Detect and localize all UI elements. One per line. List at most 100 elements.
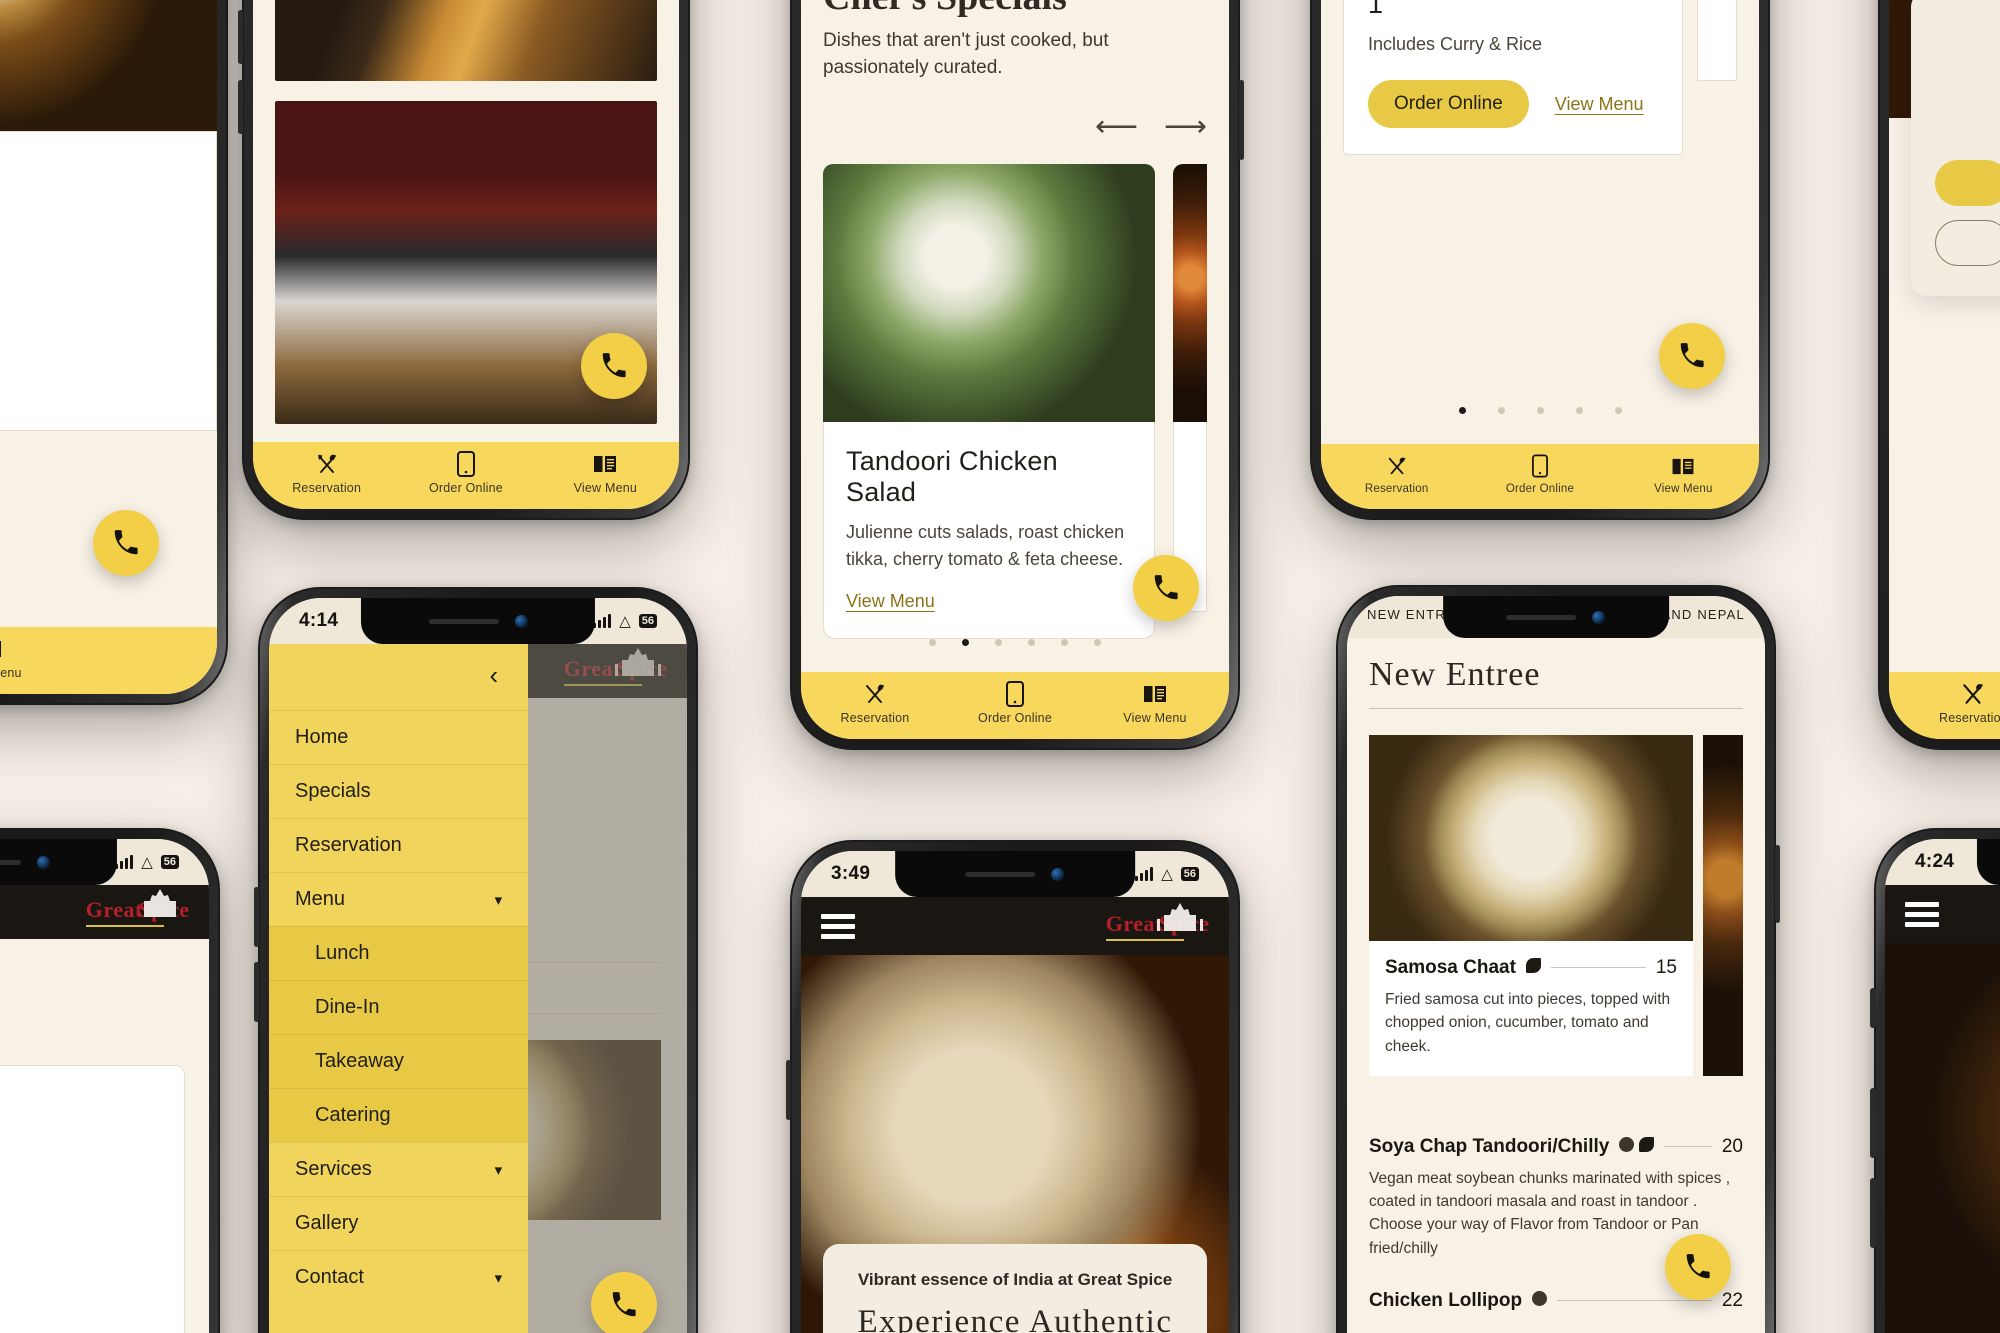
site-logo: Great Spice (85, 889, 189, 927)
open-book-icon (0, 637, 2, 661)
special-card-title: Tandoori Chicken Salad (846, 446, 1058, 507)
nav-label: Reservation (1939, 711, 2000, 725)
drawer-label: Services (295, 1158, 372, 1180)
drawer-item-dine-in[interactable]: Dine-In (269, 980, 529, 1034)
chevron-down-icon: ▾ (494, 891, 503, 909)
nav-label: View Menu (0, 666, 22, 680)
nav-view-menu[interactable]: View Menu (0, 637, 177, 680)
view-menu-link[interactable]: View Menu (846, 591, 935, 612)
phone-reviews-bottom-left: △ 56 Great Spice ⟵ ⟶ at lea (0, 828, 220, 1333)
drawer-label: Specials (295, 780, 371, 802)
call-fab-button[interactable] (1665, 1234, 1731, 1300)
carousel-next-arrow[interactable]: ⟶ (1164, 112, 1207, 142)
phone-chefs-specials: Chef's Specials Dishes that aren't just … (790, 0, 1244, 750)
bottom-nav-bar: Reservation (1889, 672, 2000, 739)
phone-handset-icon (602, 353, 626, 378)
open-book-icon (1671, 454, 1695, 478)
view-menu-link[interactable]: View Menu (1555, 94, 1644, 115)
phone-gallery: Reservation Order Online View Menu (238, 0, 690, 520)
phone-handset-icon (1154, 575, 1178, 600)
drawer-item-home[interactable]: Home (269, 710, 529, 764)
drawer-item-contact[interactable]: Contact ▾ (269, 1250, 529, 1304)
carousel-dots[interactable] (1343, 407, 1737, 414)
nav-view-menu[interactable]: View Menu (1612, 454, 1755, 495)
call-fab-button[interactable] (1133, 555, 1199, 621)
status-bar: 4:24 △ 56 (1885, 839, 2000, 885)
drawer-item-reservation[interactable]: Reservation (269, 818, 529, 872)
site-header: Great Spice (801, 897, 1229, 955)
drawer-item-lunch[interactable]: Lunch (269, 926, 529, 980)
hamburger-menu-icon[interactable] (1905, 901, 1939, 927)
nav-label: View Menu (1123, 711, 1187, 725)
nav-reservation[interactable]: Reservation (1939, 682, 2000, 725)
chevron-left-icon[interactable]: ‹ (489, 662, 498, 688)
drawer-item-takeaway[interactable]: Takeaway (269, 1034, 529, 1088)
battery-icon: 56 (160, 855, 179, 869)
nav-order-online[interactable]: Order Online (396, 451, 535, 495)
combo-card-title: $11 Takeaway Combo 1 (1368, 0, 1384, 19)
hamburger-menu-icon[interactable] (821, 913, 855, 939)
nav-order-online[interactable]: Order Online (1468, 454, 1611, 495)
drawer-label: Menu (295, 888, 346, 910)
drawer-label: Takeaway (315, 1050, 404, 1072)
menu-item-badges (1525, 958, 1541, 973)
call-fab-button[interactable] (1659, 323, 1725, 389)
nav-label: Reservation (292, 481, 362, 495)
nav-reservation[interactable]: Reservation (1325, 454, 1468, 495)
nav-view-menu[interactable]: View Menu (536, 452, 675, 495)
nav-label: Reservation (840, 711, 910, 725)
status-time: 3:49 (831, 863, 871, 884)
mobile-phone-icon (1006, 681, 1024, 707)
special-card-desc: Julienne cuts salads, roast chicken tikk… (846, 522, 1125, 569)
phone-side-drawer-menu: 4:14 △ 56 Great Spice (254, 587, 698, 1333)
drawer-label: Gallery (295, 1212, 359, 1234)
site-header (1885, 885, 2000, 943)
nav-reservation[interactable]: Reservation (257, 452, 396, 495)
feature-accessibility (1889, 596, 2000, 672)
wifi-icon: △ (141, 853, 153, 871)
nav-order-online[interactable]: Order Online (945, 681, 1085, 725)
carousel-prev-arrow[interactable]: ⟵ (1095, 112, 1138, 142)
bottom-nav-bar: Reservation Order Online View Menu (801, 672, 1229, 739)
section-title: New Entree (1369, 656, 1541, 693)
section-subtitle: Dishes that aren't just cooked, but pass… (823, 29, 1109, 79)
review-line-2: The service (0, 1122, 158, 1148)
nav-label: Order Online (429, 481, 503, 495)
nav-reservation[interactable]: Reservation (805, 682, 945, 725)
drawer-label: Catering (315, 1104, 391, 1126)
drawer-label: Reservation (295, 834, 402, 856)
call-fab-button[interactable] (93, 510, 159, 576)
leaf-vegan-icon (1525, 958, 1541, 973)
bottom-nav-bar: Reservation Order Online View Menu (253, 442, 679, 509)
order-online-button[interactable]: Order Online (1368, 80, 1529, 128)
review-line-1: at least & (0, 1096, 158, 1122)
phone-handset-icon (1686, 1254, 1710, 1279)
carousel-dots[interactable] (823, 639, 1207, 646)
chevron-down-icon: ▾ (494, 1161, 503, 1179)
signal-bars-icon (115, 855, 134, 869)
signal-bars-icon (1135, 867, 1154, 881)
nav-view-menu[interactable]: View Menu (1085, 682, 1225, 725)
feature-free-parking: Free Parking (1889, 414, 2000, 504)
partial-card-title: li (0, 158, 192, 190)
drawer-label: Dine-In (315, 996, 380, 1018)
menu-item-price: 15 (1655, 957, 1677, 978)
drawer-item-services[interactable]: Services ▾ (269, 1142, 529, 1196)
nav-label: View Menu (573, 481, 638, 495)
drawer-item-catering[interactable]: Catering (269, 1088, 529, 1142)
hero-title: Experience Authentic Indian Flavour (857, 1303, 1173, 1333)
battery-icon: 56 (638, 614, 657, 628)
drawer-label: Contact (295, 1266, 364, 1288)
signal-bars-icon (593, 614, 612, 628)
call-fab-button[interactable] (581, 333, 647, 399)
drawer-item-menu[interactable]: Menu ▾ (269, 872, 529, 926)
drawer-item-specials[interactable]: Specials (269, 764, 529, 818)
menu-item-price: 22 (1721, 1289, 1743, 1311)
call-fab-button[interactable] (591, 1272, 657, 1333)
menu-item-desc: Fried samosa cut into pieces, topped wit… (1385, 991, 1671, 1055)
wifi-icon: △ (1161, 865, 1173, 883)
menu-item-name: Samosa Chaat (1385, 957, 1516, 978)
feature-byo-wine: BYO - Wine (1889, 504, 2000, 596)
drawer-item-gallery[interactable]: Gallery (269, 1196, 529, 1250)
nav-label: Reservation (1364, 483, 1429, 495)
